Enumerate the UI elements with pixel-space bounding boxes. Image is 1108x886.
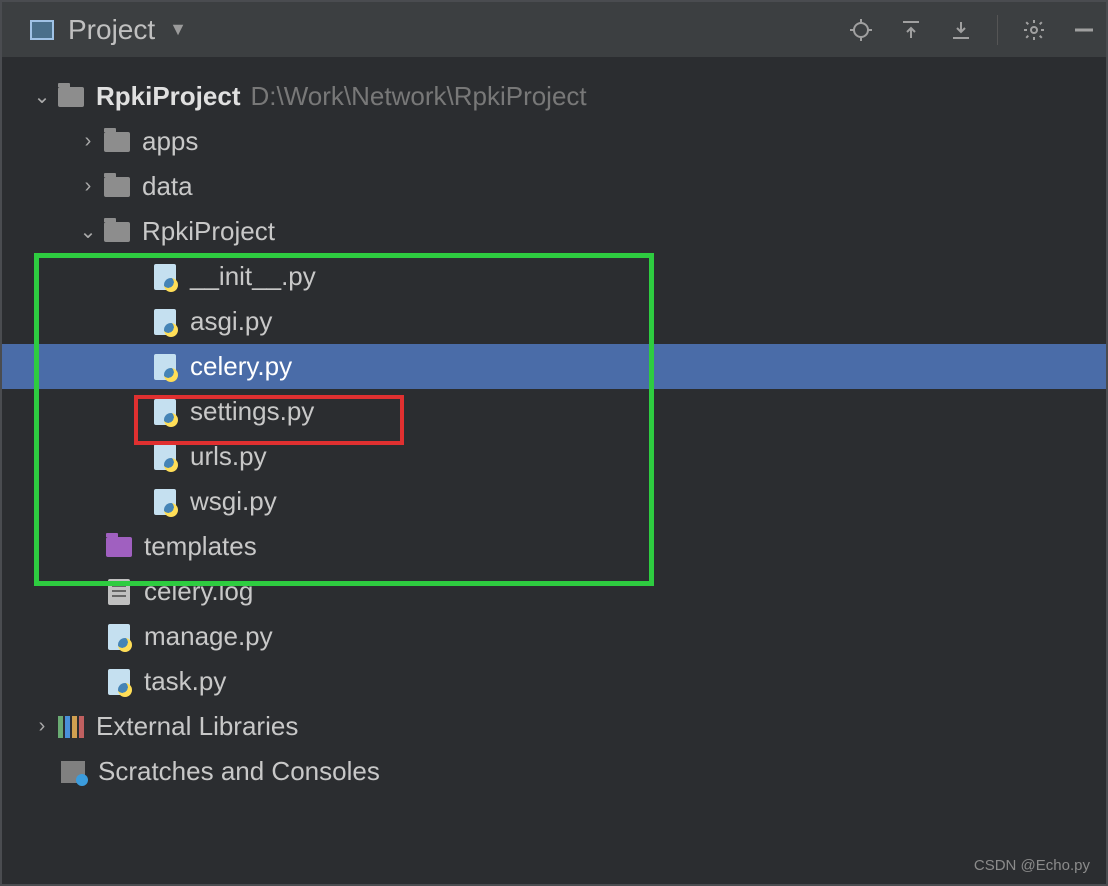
tree-item-label: settings.py	[190, 396, 314, 427]
tree-item-label: asgi.py	[190, 306, 272, 337]
tree-item-label: Scratches and Consoles	[98, 756, 380, 787]
templates-folder-icon	[106, 537, 132, 557]
chevron-right-icon[interactable]: ›	[76, 130, 100, 153]
tree-item-manage[interactable]: manage.py	[2, 614, 1106, 659]
python-file-icon	[154, 264, 176, 290]
tree-item-urls[interactable]: urls.py	[2, 434, 1106, 479]
tree-item-label: task.py	[144, 666, 226, 697]
python-file-icon	[108, 624, 130, 650]
tree-external-libraries[interactable]: › External Libraries	[2, 704, 1106, 749]
hide-panel-icon[interactable]	[1070, 16, 1098, 44]
watermark: CSDN @Echo.py	[974, 857, 1090, 874]
project-tree: ⌄ RpkiProject D:\Work\Network\RpkiProjec…	[2, 58, 1106, 794]
tree-item-label: External Libraries	[96, 711, 298, 742]
folder-icon	[58, 87, 84, 107]
text-file-icon	[108, 579, 130, 605]
divider	[997, 15, 998, 45]
chevron-down-icon[interactable]: ⌄	[30, 84, 54, 109]
tree-item-label: celery.log	[144, 576, 253, 607]
chevron-down-icon[interactable]: ⌄	[76, 219, 100, 244]
tree-item-task[interactable]: task.py	[2, 659, 1106, 704]
tree-item-label: __init__.py	[190, 261, 316, 292]
python-file-icon	[154, 444, 176, 470]
tree-item-apps[interactable]: › apps	[2, 119, 1106, 164]
tree-item-data[interactable]: › data	[2, 164, 1106, 209]
tree-item-rpkiproject-sub[interactable]: ⌄ RpkiProject	[2, 209, 1106, 254]
tree-root-project[interactable]: ⌄ RpkiProject D:\Work\Network\RpkiProjec…	[2, 74, 1106, 119]
chevron-right-icon[interactable]: ›	[76, 175, 100, 198]
titlebar-tool-icons	[847, 15, 1098, 45]
view-dropdown-caret-icon[interactable]: ▼	[169, 19, 187, 40]
tree-item-label: celery.py	[190, 351, 292, 382]
scratches-icon	[61, 761, 85, 783]
tree-item-asgi[interactable]: asgi.py	[2, 299, 1106, 344]
folder-icon	[104, 177, 130, 197]
tree-item-templates[interactable]: templates	[2, 524, 1106, 569]
folder-icon	[104, 132, 130, 152]
tree-item-settings[interactable]: settings.py	[2, 389, 1106, 434]
python-file-icon	[154, 489, 176, 515]
external-libraries-icon	[58, 716, 84, 738]
python-file-icon	[108, 669, 130, 695]
folder-icon	[104, 222, 130, 242]
tree-item-init[interactable]: __init__.py	[2, 254, 1106, 299]
tree-item-celery-log[interactable]: celery.log	[2, 569, 1106, 614]
tree-item-label: apps	[142, 126, 198, 157]
project-root-name: RpkiProject	[96, 81, 241, 112]
chevron-right-icon[interactable]: ›	[30, 715, 54, 738]
expand-all-icon[interactable]	[897, 16, 925, 44]
tree-item-label: manage.py	[144, 621, 273, 652]
tree-item-label: data	[142, 171, 193, 202]
tree-item-label: templates	[144, 531, 257, 562]
tree-item-celery[interactable]: celery.py	[2, 344, 1106, 389]
project-panel-label: Project	[68, 14, 155, 46]
collapse-all-icon[interactable]	[947, 16, 975, 44]
python-file-icon	[154, 354, 176, 380]
tree-item-label: urls.py	[190, 441, 267, 472]
project-root-path: D:\Work\Network\RpkiProject	[251, 81, 587, 112]
locate-icon[interactable]	[847, 16, 875, 44]
tree-item-label: RpkiProject	[142, 216, 275, 247]
project-panel-titlebar: Project ▼	[2, 2, 1106, 58]
tree-scratches-consoles[interactable]: Scratches and Consoles	[2, 749, 1106, 794]
project-view-icon	[30, 20, 54, 40]
python-file-icon	[154, 309, 176, 335]
settings-gear-icon[interactable]	[1020, 16, 1048, 44]
tree-item-wsgi[interactable]: wsgi.py	[2, 479, 1106, 524]
python-file-icon	[154, 399, 176, 425]
tree-item-label: wsgi.py	[190, 486, 277, 517]
